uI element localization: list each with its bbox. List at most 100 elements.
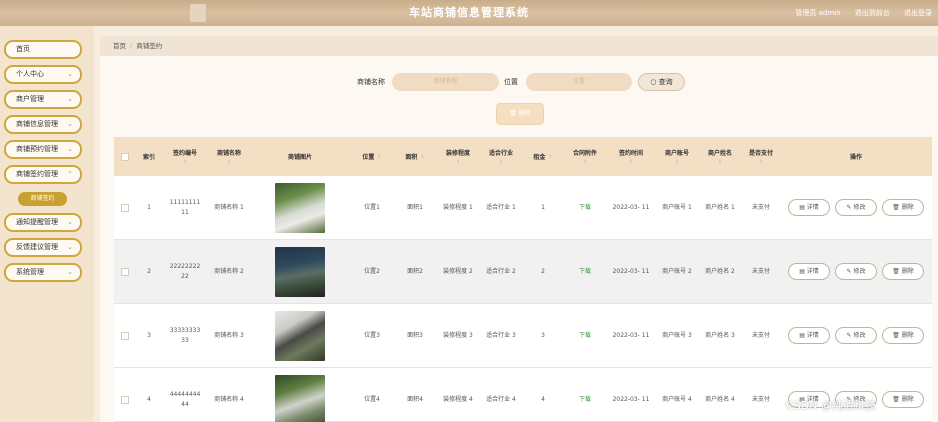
col-index: 索引 [142,154,155,161]
edit-button[interactable]: ✎ 修改 [835,327,877,344]
row-checkbox[interactable] [121,268,129,276]
download-link[interactable]: 下载 [564,304,606,368]
col-decor[interactable]: 装修程度 ⇕ [436,137,480,176]
sidebar-item-label: 商铺信息管理 [16,120,58,128]
row-checkbox[interactable] [121,204,129,212]
cell-index: 3 [147,332,151,339]
exit-to-frontend-link[interactable]: 退出到前台 [855,9,890,17]
table-row: 3 33333333 33 商铺名称 3 位置3 面积3 装修程度 3 适合行业… [114,304,932,368]
row-checkbox[interactable] [121,396,129,404]
cell-rent: 4 [541,396,545,403]
top-header: 车站商铺信息管理系统 管理员 admin 退出到前台 退出登录 [0,0,938,26]
detail-button[interactable]: ▤ 详情 [788,263,830,280]
logout-link[interactable]: 退出登录 [904,9,932,17]
cell-index: 2 [147,268,151,275]
sort-icon: ⇕ [717,159,723,165]
col-actions: 操作 [849,154,862,161]
cell-location: 位置2 [364,268,380,275]
cell-area: 面积2 [407,268,423,275]
sidebar-item-label: 通知提醒管理 [16,218,58,226]
sidebar-item-shop-contract[interactable]: 商铺签约管理 ⌃ [4,165,82,184]
col-code[interactable]: 签约编号 ⇕ [162,137,208,176]
admin-user-link[interactable]: 管理员 admin [795,9,840,17]
query-label: 查询 [658,78,673,86]
col-rent[interactable]: 租金 ⇕ [522,137,564,176]
col-industry[interactable]: 适合行业 ⇕ [480,137,522,176]
col-attach[interactable]: 合同附件 ⇕ [564,137,606,176]
col-time[interactable]: 签约时间 ⇕ [606,137,656,176]
chevron-down-icon: ⌄ [67,120,73,128]
cell-name: 商铺名称 2 [214,268,244,275]
sort-icon: ⇕ [377,153,382,160]
shop-name-input[interactable]: 商铺名称 [392,73,499,91]
cell-merchant: 商户姓名 3 [705,332,735,339]
delete-label: 删除 [518,110,531,117]
sidebar-subitem-contract[interactable]: 商铺签约 [18,192,67,206]
chevron-down-icon: ⌄ [67,243,73,251]
sort-icon: ⇕ [758,159,764,165]
shop-thumbnail[interactable] [275,311,325,361]
cell-decor: 装修程度 2 [443,268,473,275]
sidebar-item-label: 首页 [16,45,30,53]
query-button[interactable]: ○ 查询 [638,73,685,91]
shop-thumbnail[interactable] [275,375,325,422]
cell-merchant: 商户姓名 1 [705,204,735,211]
delete-button[interactable]: 🗑 删除 [882,199,924,216]
delete-button[interactable]: 🗑 删除 [882,327,924,344]
sidebar-item-shop-booking[interactable]: 商铺预约管理 ⌄ [4,140,82,159]
sidebar-item-home[interactable]: 首页 [4,40,82,59]
cell-merchant: 商户姓名 4 [705,396,735,403]
download-link[interactable]: 下载 [564,176,606,240]
download-link[interactable]: 下载 [564,240,606,304]
sidebar-item-label: 系统管理 [16,268,44,276]
sort-icon: ⇕ [455,159,461,165]
header-links: 管理员 admin 退出到前台 退出登录 [783,0,932,26]
chevron-up-icon: ⌃ [67,170,73,178]
breadcrumb-home[interactable]: 首页 [113,42,126,50]
cell-time: 2022-03- 11 [612,396,650,403]
select-all-checkbox[interactable] [121,152,129,161]
col-location[interactable]: 位置 ⇕ [350,137,394,176]
edit-button[interactable]: ✎ 修改 [835,263,877,280]
location-input[interactable]: 位置 [526,73,632,91]
sort-icon: ⇕ [674,159,680,165]
sidebar-item-merchant[interactable]: 商户管理 ⌄ [4,90,82,109]
batch-delete-button[interactable]: 🗑 删除 [496,103,544,125]
col-name[interactable]: 商铺名称 ⇕ [208,137,250,176]
sidebar-item-system[interactable]: 系统管理 ⌄ [4,263,82,282]
cell-industry: 适合行业 2 [486,268,516,275]
sidebar-item-label: 商铺预约管理 [16,145,58,153]
detail-button[interactable]: ▤ 详情 [788,327,830,344]
col-account[interactable]: 商户账号 ⇕ [656,137,698,176]
document-icon: ▤ [799,332,807,339]
trash-icon: 🗑 [892,204,902,211]
watermark: CSDN @纯清科技 [786,399,876,412]
download-link[interactable]: 下载 [564,368,606,422]
trash-icon: 🗑 [892,396,902,403]
shop-thumbnail[interactable] [275,247,325,297]
shop-thumbnail[interactable] [275,183,325,233]
sidebar-item-shop-info[interactable]: 商铺信息管理 ⌄ [4,115,82,134]
sidebar-item-profile[interactable]: 个人中心 ⌄ [4,65,82,84]
detail-button[interactable]: ▤ 详情 [788,199,830,216]
chevron-down-icon: ⌄ [67,95,73,103]
col-paid[interactable]: 是否支付 ⇕ [742,137,780,176]
shop-name-label: 商铺名称 [357,78,385,86]
cell-rent: 1 [541,204,545,211]
sidebar-item-feedback[interactable]: 反馈建议管理 ⌄ [4,238,82,257]
col-area[interactable]: 面积 ⇕ [394,137,436,176]
delete-button[interactable]: 🗑 删除 [882,263,924,280]
delete-button[interactable]: 🗑 删除 [882,391,924,408]
cell-name: 商铺名称 3 [214,332,244,339]
sort-icon: ⇕ [420,153,425,160]
cell-code: 33333333 33 [169,327,201,344]
edit-button[interactable]: ✎ 修改 [835,199,877,216]
sidebar-item-label: 商户管理 [16,95,44,103]
cell-time: 2022-03- 11 [612,268,650,275]
cell-industry: 适合行业 4 [486,396,516,403]
row-checkbox[interactable] [121,332,129,340]
cell-account: 商户账号 4 [662,396,692,403]
sidebar-item-notice[interactable]: 通知提醒管理 ⌄ [4,213,82,232]
col-merchant[interactable]: 商户姓名 ⇕ [698,137,742,176]
cell-area: 面积3 [407,332,423,339]
